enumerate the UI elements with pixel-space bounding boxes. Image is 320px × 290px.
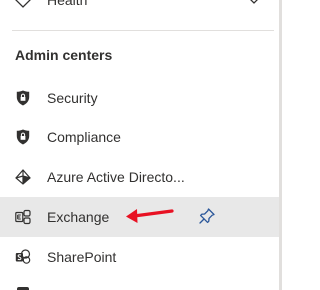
nav-item-label: Azure Active Directo... — [47, 169, 185, 185]
nav-item-label: Exchange — [47, 209, 110, 225]
scrollbar-track[interactable] — [279, 0, 282, 290]
exchange-icon — [15, 209, 31, 225]
nav-item-label: Security — [47, 90, 98, 106]
azure-ad-icon — [15, 169, 31, 185]
navigation-panel: Health Admin centers Security Compliance — [0, 0, 279, 290]
section-title-admin-centers: Admin centers — [15, 47, 113, 63]
sharepoint-icon — [15, 249, 31, 265]
nav-item-label: Health — [47, 0, 88, 8]
annotation-arrow-icon — [126, 209, 174, 223]
pin-icon[interactable] — [198, 207, 216, 225]
section-divider — [12, 30, 274, 31]
nav-item-compliance[interactable]: Compliance — [0, 117, 279, 157]
nav-item-security[interactable]: Security — [0, 78, 279, 118]
nav-item-label: Compliance — [47, 129, 121, 145]
chevron-down-icon[interactable] — [247, 0, 261, 8]
nav-item-azure-active-directory[interactable]: Azure Active Directo... — [0, 157, 279, 197]
nav-item-sharepoint[interactable]: SharePoint — [0, 237, 279, 277]
nav-item-health[interactable]: Health — [0, 0, 279, 20]
health-icon — [15, 0, 31, 8]
nav-item-next-partial[interactable] — [0, 277, 279, 290]
shield-icon — [15, 90, 31, 106]
nav-item-label: SharePoint — [47, 249, 117, 265]
shield-icon — [15, 129, 31, 145]
